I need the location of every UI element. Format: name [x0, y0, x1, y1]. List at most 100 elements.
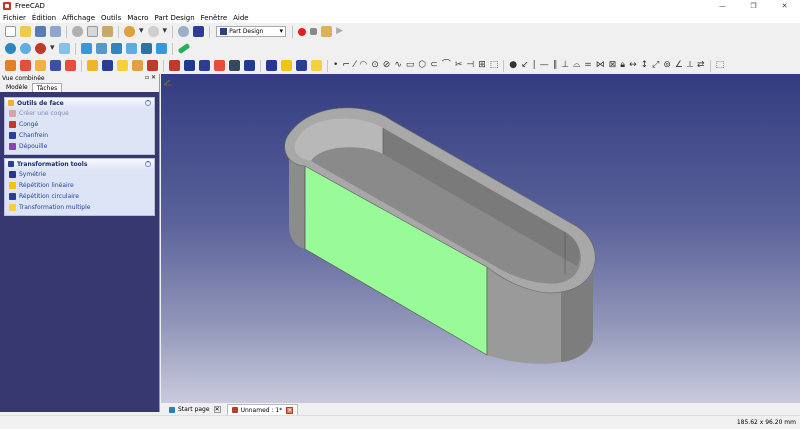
hole-icon[interactable]: [184, 60, 195, 71]
horizontal-icon[interactable]: —: [540, 60, 549, 71]
collapse-icon[interactable]: ^: [145, 100, 151, 106]
create-sketch-icon[interactable]: [20, 60, 31, 71]
fillet-item[interactable]: Congé: [5, 119, 154, 130]
edit-macro-icon[interactable]: [321, 26, 333, 37]
combo-float-close-icons[interactable]: ▫ ✕: [145, 74, 156, 81]
open-folder-icon[interactable]: [20, 26, 31, 37]
polygon-icon[interactable]: ⬡: [418, 60, 426, 71]
point-icon[interactable]: •: [333, 60, 338, 71]
copy-icon[interactable]: [87, 26, 98, 37]
front-view-icon[interactable]: [80, 43, 92, 54]
chamfer-item[interactable]: Chanfrein: [5, 130, 154, 141]
thickness-item[interactable]: Créer une coque: [5, 108, 154, 119]
menu-macro[interactable]: Macro: [127, 14, 148, 22]
multi-transform-item[interactable]: Transformation multiple: [5, 202, 154, 213]
redo-dropdown-icon[interactable]: ▾: [163, 26, 168, 37]
draw-style-icon[interactable]: [35, 43, 46, 54]
rectangle-icon[interactable]: ▭: [406, 60, 415, 71]
new-document-icon[interactable]: [5, 26, 16, 37]
whats-this-icon[interactable]: [193, 26, 205, 37]
cut-icon[interactable]: [72, 26, 83, 37]
mirrored-item[interactable]: Symétrie: [5, 169, 154, 180]
snell-icon[interactable]: ⟂: [687, 60, 693, 71]
subtractive-primitive-icon[interactable]: [244, 60, 255, 71]
pad-icon[interactable]: [87, 60, 98, 71]
construction-icon[interactable]: ⬚: [490, 60, 499, 71]
save-as-icon[interactable]: [50, 26, 61, 37]
bspline-tools-icon[interactable]: ⬚: [716, 60, 725, 71]
tab-unnamed[interactable]: Unnamed : 1* ✕: [226, 404, 299, 415]
vertical-distance-icon[interactable]: ↕: [641, 60, 649, 71]
extend-icon[interactable]: ⊣: [466, 60, 474, 71]
left-view-icon[interactable]: [155, 43, 167, 54]
arc-icon[interactable]: ◠: [359, 60, 367, 71]
paste-icon[interactable]: [102, 26, 113, 37]
radius-icon[interactable]: ⊚: [663, 60, 671, 71]
panel-header[interactable]: Transformation tools ^: [5, 159, 154, 169]
validate-sketch-icon[interactable]: [35, 60, 46, 71]
3d-view[interactable]: [161, 74, 800, 403]
block-icon[interactable]: ⊠: [609, 60, 617, 71]
linear-pattern-icon[interactable]: [281, 60, 292, 71]
distance-icon[interactable]: ⤢: [652, 60, 659, 71]
stop-macro-icon[interactable]: [310, 28, 318, 35]
create-body-icon[interactable]: [5, 60, 16, 71]
subtractive-pipe-icon[interactable]: [229, 60, 240, 71]
undo-dropdown-icon[interactable]: ▾: [139, 26, 144, 37]
menu-window[interactable]: Fenêtre: [201, 14, 227, 22]
bspline-icon[interactable]: ∿: [394, 60, 402, 71]
perpendicular-icon[interactable]: ⊥: [561, 60, 569, 71]
fillet-sketch-icon[interactable]: ⌒: [442, 60, 451, 71]
horizontal-distance-icon[interactable]: ↔: [629, 60, 637, 71]
tangent-icon[interactable]: ⌓: [573, 60, 580, 71]
menu-view[interactable]: Affichage: [62, 14, 95, 22]
polyline-icon[interactable]: ⌐: [342, 60, 350, 71]
clone-icon[interactable]: [50, 60, 61, 71]
slot-icon[interactable]: ⊂: [430, 60, 438, 71]
shape-binder-icon[interactable]: [65, 60, 76, 71]
redo-icon[interactable]: [147, 26, 159, 37]
workbench-selector[interactable]: Part Design: [216, 26, 287, 37]
refresh-icon[interactable]: [178, 26, 190, 37]
bottom-view-icon[interactable]: [140, 43, 152, 54]
minimize-button[interactable]: —: [707, 0, 738, 12]
menu-edit[interactable]: Édition: [32, 14, 56, 22]
angle-icon[interactable]: ∠: [675, 60, 683, 71]
multi-transform-icon[interactable]: [311, 60, 322, 71]
groove-icon[interactable]: [199, 60, 210, 71]
fit-all-icon[interactable]: [5, 43, 16, 54]
toggle-constraint-icon[interactable]: ⇄: [697, 60, 705, 71]
polar-pattern-icon[interactable]: [296, 60, 307, 71]
revolution-icon[interactable]: [102, 60, 113, 71]
additive-pipe-icon[interactable]: [132, 60, 143, 71]
rear-view-icon[interactable]: [125, 43, 137, 54]
top-view-icon[interactable]: [95, 43, 107, 54]
coincident-icon[interactable]: ●: [509, 60, 517, 71]
external-geometry-icon[interactable]: ⊞: [478, 60, 486, 71]
menu-part-design[interactable]: Part Design: [154, 14, 194, 22]
symmetric-icon[interactable]: ⋈: [596, 60, 605, 71]
close-tab-icon[interactable]: ✕: [213, 406, 221, 413]
linear-pattern-item[interactable]: Répétition linéaire: [5, 180, 154, 191]
maximize-button[interactable]: ❐: [738, 0, 769, 12]
point-on-object-icon[interactable]: ↙: [521, 60, 529, 71]
equal-icon[interactable]: =: [584, 60, 592, 71]
additive-primitive-icon[interactable]: [147, 60, 158, 71]
isometric-view-icon[interactable]: [58, 43, 70, 54]
measure-icon[interactable]: [177, 43, 190, 54]
polar-pattern-item[interactable]: Répétition circulaire: [5, 191, 154, 202]
trim-icon[interactable]: ✂: [455, 60, 463, 71]
additive-loft-icon[interactable]: [117, 60, 128, 71]
menu-tools[interactable]: Outils: [101, 14, 121, 22]
save-icon[interactable]: [35, 26, 46, 37]
pocket-icon[interactable]: [169, 60, 180, 71]
collapse-icon[interactable]: ^: [145, 161, 151, 167]
subtractive-loft-icon[interactable]: [214, 60, 225, 71]
line-icon[interactable]: ⁄: [354, 60, 356, 71]
vertical-icon[interactable]: |: [533, 60, 536, 71]
run-macro-icon[interactable]: ▶: [336, 26, 343, 37]
draw-style-dropdown-icon[interactable]: ▾: [50, 43, 55, 54]
tab-tasks[interactable]: Tâches: [31, 83, 63, 92]
right-view-icon[interactable]: [110, 43, 122, 54]
tab-start-page[interactable]: Start page ✕: [165, 404, 225, 415]
